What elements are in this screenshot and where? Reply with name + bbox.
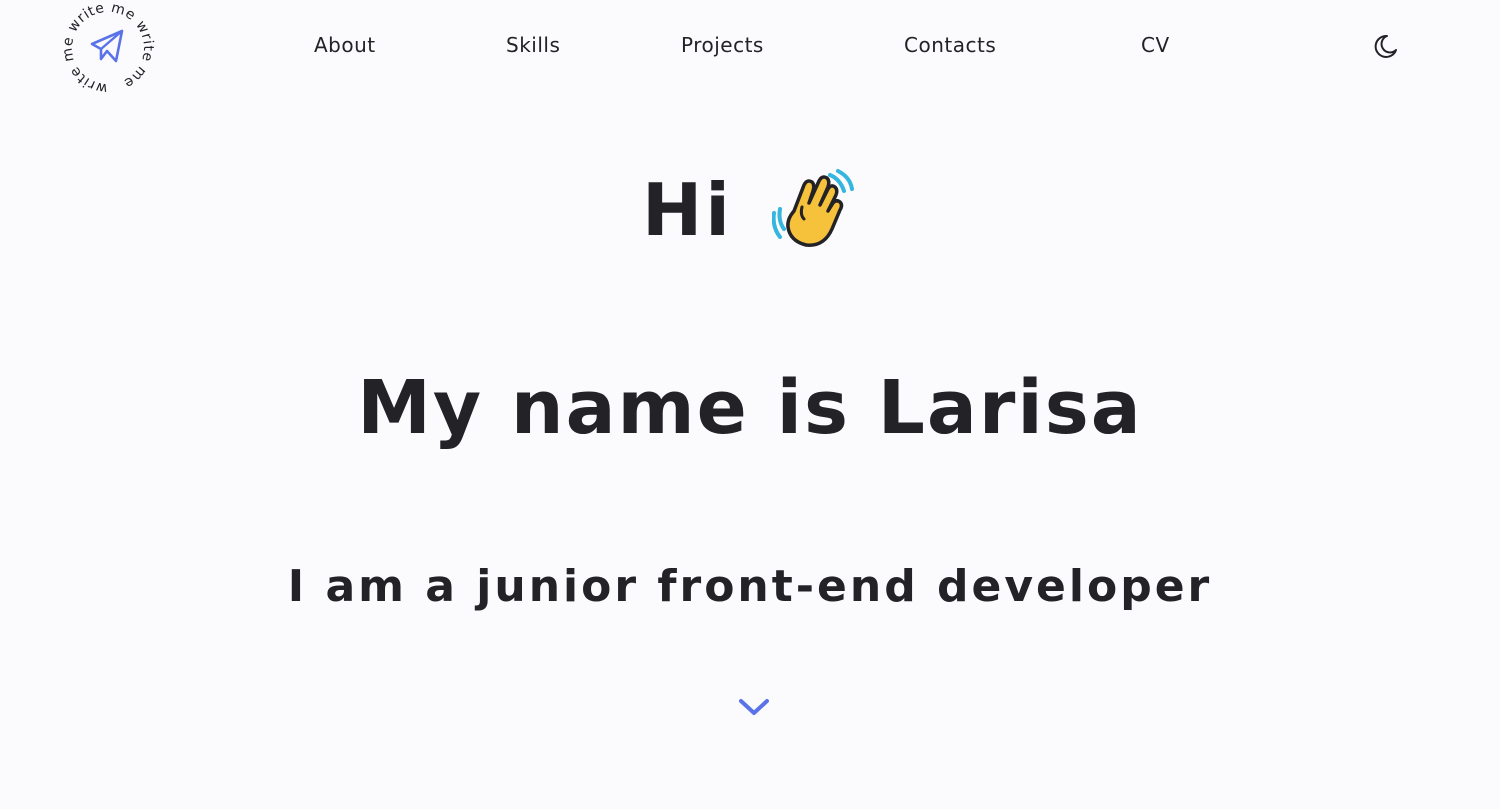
chevron-down-icon bbox=[739, 699, 769, 715]
nav-projects[interactable]: Projects bbox=[681, 32, 764, 58]
nav-cv[interactable]: CV bbox=[1141, 32, 1170, 58]
write-me-logo-link[interactable]: write me write me write me bbox=[60, 0, 158, 92]
hero-role-heading: I am a junior front-end developer bbox=[287, 561, 1213, 612]
paper-plane-icon bbox=[90, 29, 124, 63]
scroll-down-link[interactable] bbox=[736, 692, 772, 722]
write-me-logo: write me write me write me bbox=[60, 0, 156, 92]
greeting-text: Hi bbox=[641, 168, 733, 252]
nav-about[interactable]: About bbox=[314, 32, 376, 58]
greeting-row: Hi bbox=[0, 160, 1500, 260]
write-me-circle-text: write me write me write me bbox=[60, 0, 156, 92]
site-header: write me write me write me About Skills … bbox=[0, 0, 1500, 95]
moon-icon bbox=[1374, 34, 1397, 58]
waving-hand-icon bbox=[771, 167, 858, 253]
nav-skills[interactable]: Skills bbox=[506, 32, 560, 58]
hero-name-heading: My name is Larisa bbox=[357, 365, 1143, 451]
theme-toggle-button[interactable] bbox=[1370, 31, 1400, 61]
nav-contacts[interactable]: Contacts bbox=[904, 32, 996, 58]
